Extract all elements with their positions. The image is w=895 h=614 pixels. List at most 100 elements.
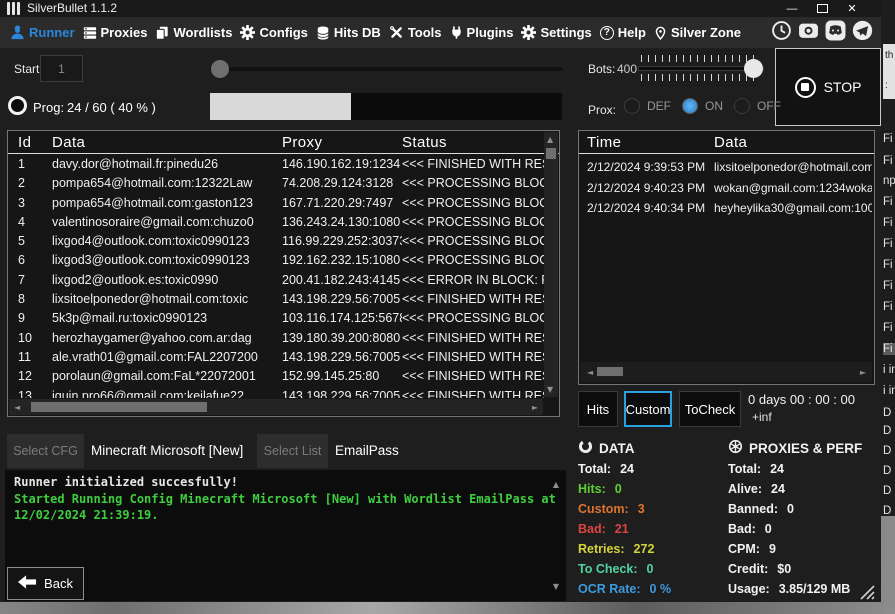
tab-hits[interactable]: Hits bbox=[578, 391, 618, 427]
nav-item-hits-db[interactable]: Hits DB bbox=[316, 25, 381, 40]
table-row[interactable]: 2/12/2024 9:40:34 PM heyheylika30@gmail.… bbox=[579, 198, 872, 219]
vertical-scroll-thumb[interactable] bbox=[546, 148, 556, 159]
table-row[interactable]: 9 5k3p@mail.ru:toxic0990123 103.116.174.… bbox=[8, 309, 544, 328]
horizontal-scroll-thumb[interactable] bbox=[31, 402, 207, 412]
start-slider-track[interactable] bbox=[210, 67, 562, 71]
scroll-down-icon[interactable]: ▼ bbox=[547, 385, 553, 394]
runner-icon bbox=[10, 25, 25, 40]
data-stats-panel: DATA Total: 24 Hits: 0 Custom: bbox=[578, 437, 724, 599]
minimize-button[interactable]: — bbox=[777, 0, 807, 17]
horizontal-scrollbar[interactable]: ◄ ► bbox=[9, 399, 543, 415]
table-row[interactable]: 1 davy.dor@hotmail.fr:pinedu26 146.190.1… bbox=[8, 155, 544, 174]
elapsed-timer: 0 days 00 : 00 : 00 bbox=[748, 392, 855, 407]
table-row[interactable]: 10 herozhaygamer@yahoo.com.ar:dag 139.18… bbox=[8, 329, 544, 348]
start-input[interactable] bbox=[40, 55, 83, 82]
results-table-header: Id Data Proxy Status bbox=[8, 131, 559, 154]
start-slider-thumb[interactable] bbox=[211, 60, 229, 78]
clipped-text-fragment: i in bbox=[883, 364, 895, 376]
nav-item-wordlists[interactable]: Wordlists bbox=[155, 25, 232, 40]
nav-item-help[interactable]: ? Help bbox=[600, 25, 646, 40]
selected-config-value: Minecraft Microsoft [New] bbox=[91, 443, 243, 458]
table-row[interactable]: 4 valentinosoraire@gmail.com:chuzo0 136.… bbox=[8, 213, 544, 232]
clipped-text-fragment: i in bbox=[883, 385, 895, 397]
clipped-text-fragment: np bbox=[883, 175, 895, 187]
stat-row: Bad: 0 bbox=[728, 519, 880, 539]
window-controls: — ✕ bbox=[777, 0, 867, 17]
table-row[interactable]: 6 lixgod3@outlook.com:toxic0990123 192.1… bbox=[8, 251, 544, 270]
table-row[interactable]: 7 lixgod2@outlook.es:toxic0990 200.41.18… bbox=[8, 271, 544, 290]
history-icon[interactable] bbox=[771, 20, 792, 46]
table-row[interactable]: 3 pompa654@hotmail.com:gaston123 167.71.… bbox=[8, 194, 544, 213]
nav-item-plugins[interactable]: Plugins bbox=[450, 25, 514, 40]
progress-bar bbox=[210, 93, 562, 120]
clipped-text-fragment: Fi bbox=[883, 301, 893, 313]
nav-item-proxies[interactable]: Proxies bbox=[83, 25, 148, 40]
clipped-text-fragment: Fi bbox=[883, 280, 893, 292]
clipped-text-fragment: Fi bbox=[883, 196, 893, 208]
desktop: SilverBullet 1.1.2 — ✕ Runner Proxies Wo… bbox=[0, 0, 895, 614]
database-icon bbox=[316, 26, 330, 40]
progress-radio[interactable] bbox=[8, 96, 27, 115]
bots-slider-thumb[interactable] bbox=[744, 59, 763, 78]
nav-item-silver-zone[interactable]: Silver Zone bbox=[654, 25, 741, 40]
bots-slider-ticks-top bbox=[641, 55, 759, 62]
nav-item-tools[interactable]: Tools bbox=[389, 25, 442, 40]
results-table-body: 1 davy.dor@hotmail.fr:pinedu26 146.190.1… bbox=[8, 155, 544, 398]
scroll-right-icon[interactable]: ► bbox=[532, 403, 538, 412]
results-table: Id Data Proxy Status 1 davy.dor@hotmail.… bbox=[7, 130, 560, 417]
table-row[interactable]: 5 lixgod4@outlook.com:toxic0990123 116.9… bbox=[8, 232, 544, 251]
tab-custom[interactable]: Custom bbox=[624, 391, 672, 427]
vertical-scrollbar[interactable]: ▲ ▼ bbox=[544, 132, 558, 397]
table-row[interactable]: 2/12/2024 9:39:53 PM lixsitoelponedor@ho… bbox=[579, 157, 872, 178]
scroll-up-icon[interactable]: ▲ bbox=[547, 135, 553, 144]
close-button[interactable]: ✕ bbox=[837, 0, 867, 17]
nav-item-settings[interactable]: Settings bbox=[521, 25, 591, 40]
nav-icon-group bbox=[771, 20, 873, 46]
stat-row: Total: 24 bbox=[578, 459, 724, 479]
table-row[interactable]: 13 iquin.pro66@gmail.com:keilafue22 143.… bbox=[8, 387, 544, 398]
app-window: SilverBullet 1.1.2 — ✕ Runner Proxies Wo… bbox=[0, 0, 881, 602]
copy-pages-icon bbox=[155, 26, 169, 40]
table-row[interactable]: 12 porolaun@gmail.com:FaL*22072001 152.9… bbox=[8, 367, 544, 386]
back-button[interactable]: Back bbox=[7, 567, 84, 600]
tab-tocheck[interactable]: ToCheck bbox=[679, 391, 741, 427]
select-cfg-button[interactable]: Select CFG bbox=[7, 434, 84, 468]
clipped-text-fragment: Fi bbox=[883, 259, 893, 271]
prox-radio-option[interactable]: OFF bbox=[734, 98, 781, 114]
server-stack-icon bbox=[83, 26, 97, 40]
scroll-left-icon[interactable]: ◄ bbox=[587, 368, 593, 377]
settings-gear-icon bbox=[521, 25, 536, 40]
scroll-right-icon[interactable]: ► bbox=[860, 368, 866, 377]
telegram-icon[interactable] bbox=[852, 20, 873, 46]
table-row[interactable]: 2 pompa654@hotmail.com:12322Law 74.208.2… bbox=[8, 174, 544, 193]
clipped-text-fragment: D bbox=[883, 485, 891, 497]
question-icon: ? bbox=[600, 26, 614, 40]
discord-icon[interactable] bbox=[825, 20, 846, 46]
start-label: Start: bbox=[14, 62, 43, 76]
background-dropdown-strip: th : bbox=[883, 44, 895, 99]
data-stats-title: DATA bbox=[578, 437, 724, 459]
scroll-up-icon[interactable]: ▲ bbox=[553, 480, 559, 489]
table-row[interactable]: 8 lixsitoelponedor@hotmail.com:toxic 143… bbox=[8, 290, 544, 309]
radio-icon bbox=[682, 98, 698, 114]
scroll-left-icon[interactable]: ◄ bbox=[14, 403, 20, 412]
scroll-down-icon[interactable]: ▼ bbox=[553, 582, 559, 591]
donut-icon bbox=[578, 439, 593, 457]
progress-fill bbox=[210, 93, 351, 120]
nav-item-configs[interactable]: Configs bbox=[240, 25, 307, 40]
nav-item-runner[interactable]: Runner bbox=[10, 25, 75, 40]
select-list-button[interactable]: Select List bbox=[257, 434, 328, 468]
log-console[interactable]: Runner initialized succesfully! Started … bbox=[5, 470, 566, 601]
camera-icon[interactable] bbox=[798, 20, 819, 46]
clipped-text-fragment: Fi bbox=[883, 343, 895, 355]
horizontal-scroll-thumb[interactable] bbox=[597, 367, 623, 376]
table-row[interactable]: 2/12/2024 9:40:23 PM wokan@gmail.com:123… bbox=[579, 178, 872, 199]
maximize-button[interactable] bbox=[807, 0, 837, 17]
prox-radio-option[interactable]: ON bbox=[682, 98, 723, 114]
stop-button[interactable]: STOP bbox=[775, 48, 881, 126]
hits-horizontal-scrollbar[interactable]: ◄ ► bbox=[581, 362, 872, 382]
prox-radio-option[interactable]: DEF bbox=[624, 98, 671, 114]
table-row[interactable]: 11 ale.vrath01@gmail.com:FAL2207200 143.… bbox=[8, 348, 544, 367]
clipped-text-fragment: Fi bbox=[883, 155, 893, 167]
resize-grip[interactable] bbox=[858, 583, 876, 602]
